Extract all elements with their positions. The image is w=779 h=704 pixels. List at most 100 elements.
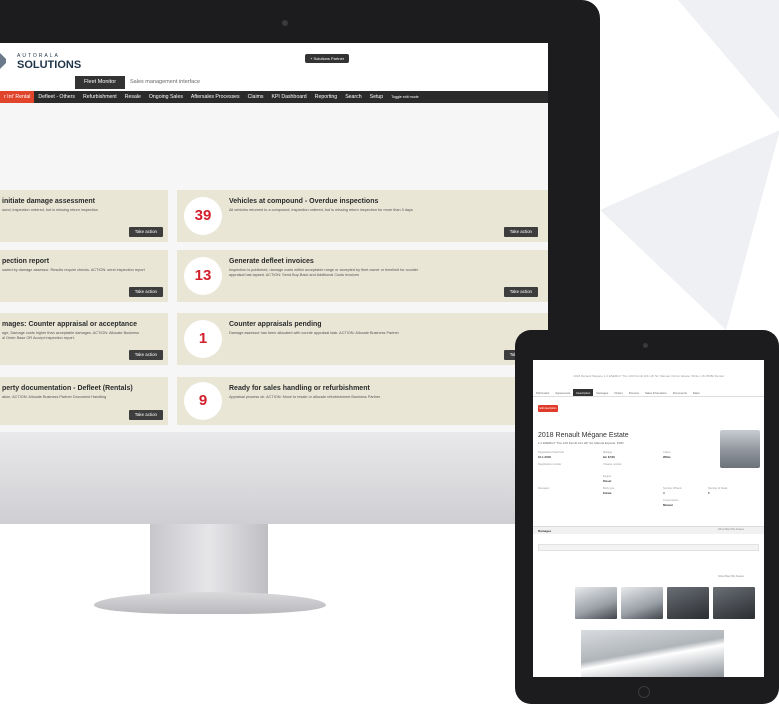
field-value: 4 [663,491,665,495]
vehicle-subtitle: 1.2 ENERGY TCe 100 Pemlit 101 HP, 5d, Ma… [538,441,624,445]
card-description: Damage assessor has been allocated with … [229,331,399,335]
field-value: 10-1-2018 [538,455,551,459]
card-description: Inspection is published, damage costs wi… [229,268,419,277]
vehicle-photo[interactable] [621,587,663,619]
take-action-button[interactable]: Take action [128,287,163,297]
task-card: pection report oaded by damage assessor.… [0,250,168,302]
bg-shard [600,130,779,330]
toggle-edit-mode[interactable]: Toggle edit mode [387,91,422,103]
field-label: Chassis number [603,463,622,466]
nav-item-kpi-dashboard[interactable]: KPI Dashboard [268,91,311,103]
tab-documents[interactable]: Documents [670,389,690,396]
vehicle-photo[interactable] [667,587,709,619]
field-label: Number Wheels [663,487,682,490]
task-card: 9 Ready for sales handling or refurbishm… [177,377,548,425]
tab-process[interactable]: Process [626,389,642,396]
take-action-button[interactable]: Take action [503,227,538,237]
card-description: ation. ACTION: Allocate Business Partner… [2,395,107,399]
damages-link[interactable]: Show Bas (52) Assess [718,528,744,531]
camera-icon [282,20,288,26]
card-title: Ready for sales handling or refurbishmen… [229,385,370,392]
take-action-button[interactable]: Take action [128,410,163,420]
nav-item-refurbishment[interactable]: Refurbishment [79,91,121,103]
vehicle-tabs: Particulars Agreements Description Damag… [533,389,764,397]
card-description: Appraisal process ok. ACTION: Move to re… [229,395,381,399]
task-card: mages: Counter appraisal or acceptance a… [0,313,168,365]
nav-item-rental[interactable]: r Int' Rental [0,91,35,103]
photos-link[interactable]: Show Bas (52) Assess [718,575,744,578]
nav-item-defleet-others[interactable]: Defleet - Others [34,91,79,103]
vehicle-photo[interactable] [713,587,755,619]
vehicle-header: 2018 Renault Mégane 1.2 ENERGY TCe 100 P… [573,374,724,378]
field-label: Registration Date/Year [538,451,565,454]
nav-item-resale[interactable]: Resale [121,91,145,103]
camera-icon [643,343,648,348]
vehicle-main-photo[interactable] [581,630,724,677]
card-description: oaded by damage assessor. Results requir… [2,268,145,272]
field-label: Registration number [538,463,562,466]
tab-orders[interactable]: Orders [611,389,626,396]
vehicle-thumbnail[interactable] [720,430,760,468]
card-title: initiate damage assessment [2,198,95,205]
task-card: 13 Generate defleet invoices Inspection … [177,250,548,302]
card-count: 13 [184,257,222,295]
edit-description-button[interactable]: Edit description [538,405,558,412]
card-count: 9 [184,382,222,420]
card-title: Vehicles at compound - Overdue inspectio… [229,198,379,205]
logo-main: SOLUTIONS [17,59,82,71]
task-card: initiate damage assessment ound, inspect… [0,190,168,242]
field-label: Body type [603,487,615,490]
nav-item-reporting[interactable]: Reporting [311,91,342,103]
tab-sales-information[interactable]: Sales Information [642,389,670,396]
field-label: Transmission [663,499,679,502]
take-action-button[interactable]: Take action [128,227,163,237]
field-value: Manual [663,503,673,507]
home-button[interactable] [638,686,650,698]
table-row[interactable] [538,544,759,551]
desktop-screen: AUTORALA SOLUTIONS + Solutions Partner F… [0,43,548,432]
tab-fleet-monitor[interactable]: Fleet Monitor [75,76,125,89]
card-description: All vehicles returned to a compound, ins… [229,208,413,212]
card-title: Counter appraisals pending [229,321,322,328]
imac-stand [150,524,268,599]
field-label: Damages [538,487,550,490]
field-value: 5 [708,491,710,495]
task-card: 1 Counter appraisals pending Damage asse… [177,313,548,365]
tab-damages[interactable]: Damages [593,389,611,396]
card-description: age, Damage costs higher than acceptable… [2,331,139,340]
field-value: Estate [603,491,612,495]
tab-particulars[interactable]: Particulars [533,389,552,396]
app-header: AUTORALA SOLUTIONS + Solutions Partner F… [0,43,548,91]
nav-item-ongoing-sales[interactable]: Ongoing Sales [145,91,187,103]
damages-heading: Damages [538,529,552,533]
card-description: ound, inspection ordered, but is missing… [2,208,99,212]
card-count: 1 [184,320,222,358]
field-value: Diesel [603,479,612,483]
vehicle-photo[interactable] [575,587,617,619]
nav-item-setup[interactable]: Setup [366,91,388,103]
field-label: Engine [603,475,612,478]
card-title: Generate defleet invoices [229,258,314,265]
nav-item-aftersales[interactable]: Aftersales Processes [187,91,244,103]
imac-chin [0,432,600,524]
tab-data[interactable]: Datar [690,389,703,396]
nav-item-claims[interactable]: Claims [244,91,268,103]
task-card: perty documentation - Defleet (Rentals) … [0,377,168,425]
card-title: mages: Counter appraisal or acceptance [2,321,137,328]
tab-agreements[interactable]: Agreements [552,389,573,396]
field-value: km 8,540 [603,455,615,459]
take-action-button[interactable]: Take action [128,350,163,360]
tab-description[interactable]: Description [573,389,594,396]
dashboard-content: initiate damage assessment ound, inspect… [0,103,548,432]
tab-sales-management[interactable]: Sales management interface [130,76,200,89]
vehicle-title: 2018 Renault Mégane Estate [538,432,629,439]
nav-item-search[interactable]: Search [341,91,365,103]
card-title: pection report [2,258,50,265]
marketing-stage: AUTORALA SOLUTIONS + Solutions Partner F… [0,0,779,704]
field-label: Colour [663,451,671,454]
solutions-partner-button[interactable]: + Solutions Partner [305,54,350,63]
task-card: 39 Vehicles at compound - Overdue inspec… [177,190,548,242]
field-label: Number of Seats [708,487,728,490]
take-action-button[interactable]: Take action [503,287,538,297]
field-value: White [663,455,671,459]
